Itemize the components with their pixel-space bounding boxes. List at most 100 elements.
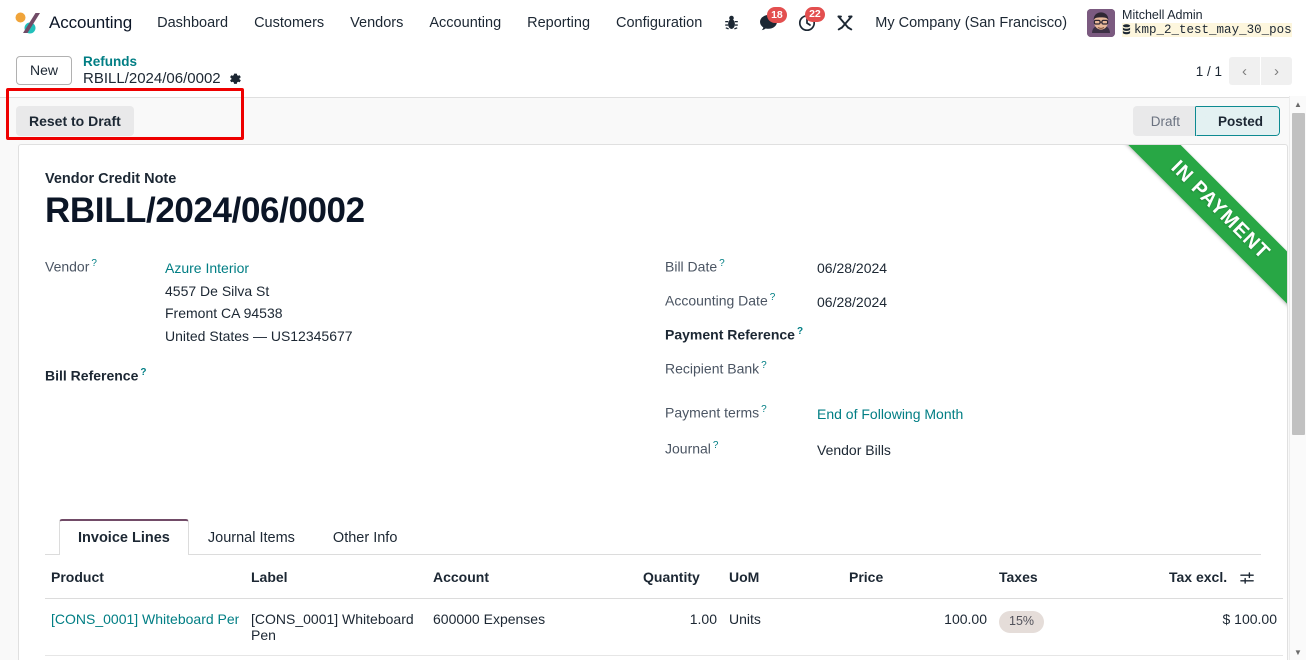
activities-badge: 22: [804, 6, 826, 22]
cell-product[interactable]: [CONS_0001] Whiteboard Pen: [45, 598, 245, 657]
database-icon: [1122, 24, 1131, 35]
help-tooltip-icon[interactable]: ?: [719, 258, 725, 269]
menu-item-vendors[interactable]: Vendors: [337, 9, 416, 37]
left-field-column: Vendor? Azure Interior 4557 De Silva St …: [45, 257, 665, 473]
column-header-taxes[interactable]: Taxes: [993, 555, 1163, 600]
menu-item-customers[interactable]: Customers: [241, 9, 337, 37]
vendor-label-text: Vendor: [45, 258, 90, 275]
menu-item-dashboard[interactable]: Dashboard: [144, 9, 241, 37]
brand-home-link[interactable]: Accounting: [10, 11, 144, 35]
field-payment-reference: Payment Reference?: [665, 325, 1261, 359]
help-tooltip-icon[interactable]: ?: [761, 360, 767, 371]
accounting-date-label-text: Accounting Date: [665, 292, 768, 309]
tab-other-info[interactable]: Other Info: [314, 519, 416, 555]
pager-next-button[interactable]: ›: [1261, 57, 1292, 85]
chevron-left-icon: ‹: [1242, 62, 1247, 80]
navbar-systray: 18 22 My Company (San Francisco) Mitchel…: [715, 6, 1299, 39]
messages-icon[interactable]: 18: [750, 7, 788, 35]
help-tooltip-icon[interactable]: ?: [770, 292, 776, 303]
column-header-price[interactable]: Price: [843, 555, 993, 600]
scrollbar-thumb[interactable]: [1292, 113, 1305, 435]
tab-journal-items[interactable]: Journal Items: [189, 519, 314, 555]
cell-price[interactable]: 100.00: [843, 598, 993, 657]
user-menu[interactable]: Mitchell Admin kmp_2_test_may_30_pos: [1079, 6, 1296, 39]
field-recipient-bank-label: Recipient Bank?: [665, 359, 817, 377]
form-view-area: Reset to Draft Draft Posted IN PAYMENT V…: [0, 98, 1306, 660]
app-name: Accounting: [49, 12, 133, 32]
field-recipient-bank: Recipient Bank?: [665, 359, 1261, 393]
cell-label[interactable]: [CONS_0001] Whiteboard Pen: [245, 598, 427, 657]
bill-date-value[interactable]: 06/28/2024: [817, 257, 887, 280]
chevron-right-icon: ›: [1274, 62, 1279, 80]
table-row[interactable]: [CONS_0001] Whiteboard Pen [CONS_0001] W…: [45, 598, 1283, 657]
field-payment-terms-label: Payment terms?: [665, 403, 817, 421]
help-tooltip-icon[interactable]: ?: [761, 404, 767, 415]
database-name: kmp_2_test_may_30_pos: [1122, 22, 1292, 37]
vendor-name-link[interactable]: Azure Interior: [165, 257, 353, 280]
vendor-address-line-1: 4557 De Silva St: [165, 282, 270, 299]
new-button[interactable]: New: [16, 56, 73, 86]
record-sheet: IN PAYMENT Vendor Credit Note RBILL/2024…: [18, 144, 1288, 660]
bill-reference-label-text: Bill Reference: [45, 367, 139, 384]
accounting-date-value[interactable]: 06/28/2024: [817, 291, 887, 314]
notebook: Invoice Lines Journal Items Other Info P…: [45, 519, 1283, 657]
field-journal: Journal? Vendor Bills: [665, 439, 1261, 473]
column-header-label[interactable]: Label: [245, 555, 427, 600]
pager-previous-button[interactable]: ‹: [1229, 57, 1260, 85]
reset-to-draft-button[interactable]: Reset to Draft: [16, 106, 134, 136]
column-header-account[interactable]: Account: [427, 555, 637, 600]
scroll-up-arrow[interactable]: ▲: [1290, 96, 1306, 112]
document-type-label: Vendor Credit Note: [45, 171, 177, 187]
vertical-scrollbar[interactable]: ▲ ▼: [1289, 96, 1306, 660]
journal-value[interactable]: Vendor Bills: [817, 439, 891, 462]
status-badge: 15%: [999, 611, 1045, 633]
column-header-product[interactable]: Product: [45, 555, 245, 600]
tools-icon[interactable]: [827, 10, 863, 36]
menu-item-accounting[interactable]: Accounting: [416, 9, 514, 37]
activities-clock-icon[interactable]: 22: [789, 6, 826, 36]
page-title: RBILL/2024/06/0002: [45, 191, 365, 230]
tax-excl-label: Tax excl.: [1169, 569, 1228, 585]
payment-reference-label-text: Payment Reference: [665, 326, 795, 343]
gear-icon[interactable]: [228, 72, 242, 86]
cell-account[interactable]: 600000 Expenses: [427, 598, 637, 657]
bug-icon[interactable]: [715, 11, 748, 35]
cell-uom[interactable]: Units: [723, 598, 843, 657]
help-tooltip-icon[interactable]: ?: [140, 367, 146, 378]
product-link[interactable]: [CONS_0001] Whiteboard Pen: [51, 611, 239, 627]
field-vendor-value-group: Azure Interior 4557 De Silva St Fremont …: [165, 257, 353, 348]
field-payment-terms: Payment terms? End of Following Month: [665, 403, 1261, 437]
scroll-down-arrow[interactable]: ▼: [1290, 644, 1306, 660]
column-header-tax-excl[interactable]: Tax excl.: [1163, 555, 1283, 600]
field-vendor: Vendor? Azure Interior 4557 De Silva St …: [45, 257, 665, 348]
field-vendor-label: Vendor?: [45, 257, 165, 275]
main-menu: Dashboard Customers Vendors Accounting R…: [144, 9, 715, 37]
help-tooltip-icon[interactable]: ?: [91, 258, 97, 269]
user-avatar: [1087, 8, 1116, 37]
pager-counter[interactable]: 1 / 1: [1196, 64, 1222, 79]
column-header-quantity[interactable]: Quantity: [637, 555, 723, 600]
stage-posted-label: Posted: [1217, 113, 1263, 129]
payment-terms-value[interactable]: End of Following Month: [817, 403, 963, 426]
cell-quantity[interactable]: 1.00: [637, 598, 723, 657]
column-options-icon[interactable]: [1240, 571, 1255, 585]
stage-draft[interactable]: Draft: [1132, 106, 1196, 136]
table-header-row: Product Label Account Quantity UoM Price…: [45, 555, 1283, 600]
cell-taxes[interactable]: 15%: [993, 598, 1163, 657]
help-tooltip-icon[interactable]: ?: [713, 440, 719, 451]
breadcrumb-parent-refunds[interactable]: Refunds: [83, 54, 242, 70]
field-bill-date-label: Bill Date?: [665, 257, 817, 275]
menu-item-reporting[interactable]: Reporting: [514, 9, 603, 37]
help-tooltip-icon[interactable]: ?: [797, 326, 803, 337]
breadcrumb-current-record: RBILL/2024/06/0002: [83, 70, 242, 88]
field-bill-reference: Bill Reference?: [45, 366, 665, 400]
bill-date-label-text: Bill Date: [665, 258, 718, 275]
company-switcher[interactable]: My Company (San Francisco): [865, 11, 1077, 35]
cell-tax-excl: $ 100.00: [1163, 598, 1283, 657]
tab-invoice-lines[interactable]: Invoice Lines: [59, 519, 189, 555]
column-header-uom[interactable]: UoM: [723, 555, 843, 600]
stage-posted[interactable]: Posted: [1195, 106, 1280, 136]
vendor-address-line-2: Fremont CA 94538: [165, 305, 283, 322]
field-bill-reference-label: Bill Reference?: [45, 366, 165, 384]
menu-item-configuration[interactable]: Configuration: [603, 9, 715, 37]
